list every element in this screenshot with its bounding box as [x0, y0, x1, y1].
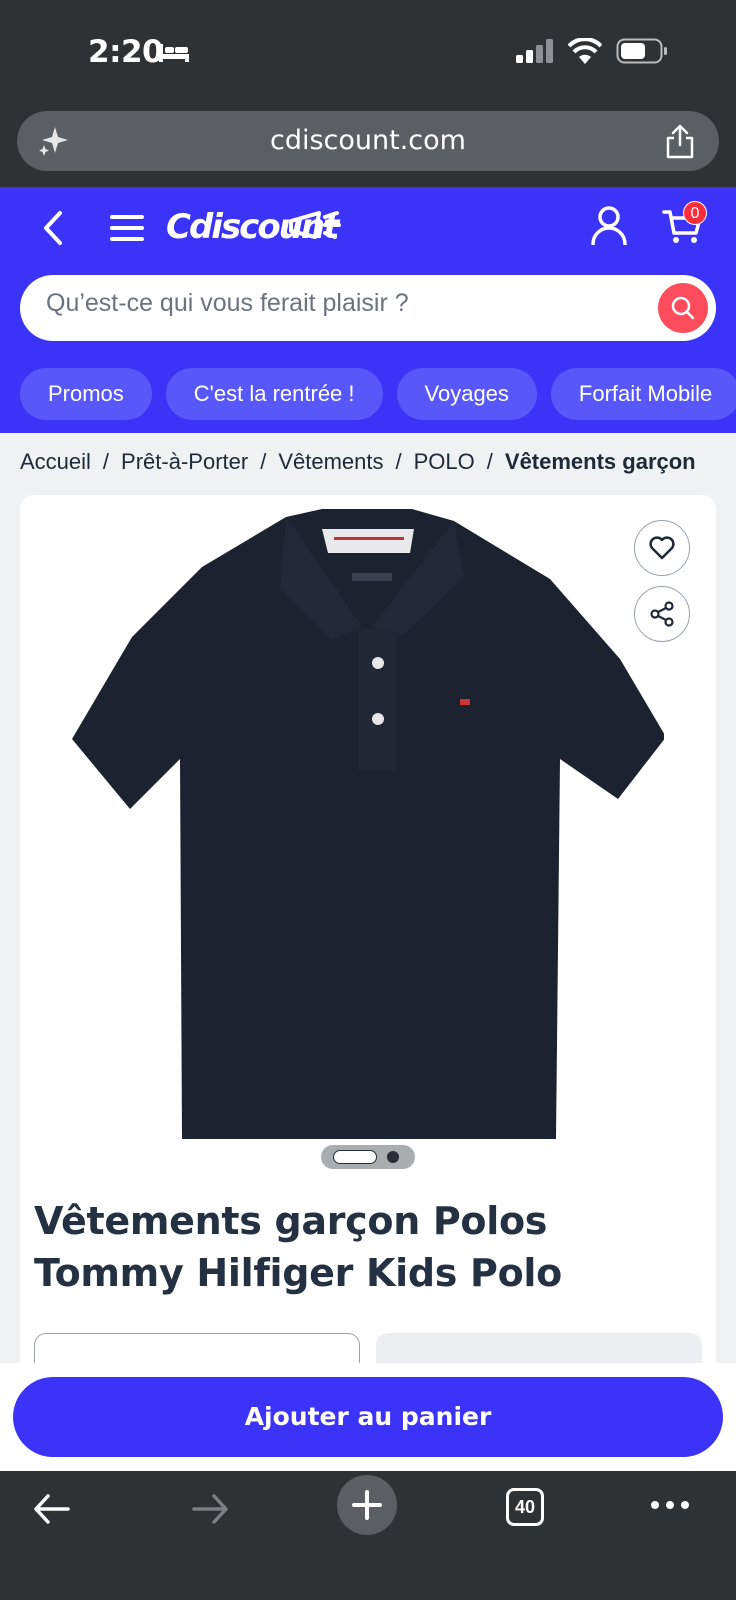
- search-icon: [671, 296, 695, 320]
- url-text[interactable]: cdiscount.com: [17, 125, 719, 156]
- breadcrumb: Accueil / Prêt-à-Porter / Vêtements / PO…: [20, 449, 736, 475]
- heart-icon: [649, 536, 675, 560]
- breadcrumb-separator: /: [260, 449, 267, 474]
- browser-toolbar: 40: [0, 1471, 736, 1600]
- breadcrumb-current: Vêtements garçon: [504, 449, 696, 474]
- megaphone-icon: [289, 211, 341, 239]
- page-content: Accueil / Prêt-à-Porter / Vêtements / PO…: [0, 433, 736, 1395]
- account-icon[interactable]: [590, 205, 628, 245]
- chip-voyages[interactable]: Voyages: [396, 368, 537, 420]
- signal-icon: [516, 39, 553, 63]
- chip-forfait-mobile[interactable]: Forfait Mobile: [550, 368, 736, 420]
- status-icons: [516, 38, 668, 64]
- back-chevron-icon[interactable]: [40, 209, 68, 247]
- plus-icon: [352, 1490, 382, 1520]
- share-button[interactable]: [634, 586, 690, 642]
- product-card: Vêtements garçon Polos Tommy Hilfiger Ki…: [20, 495, 716, 1395]
- back-arrow-icon[interactable]: [32, 1491, 72, 1527]
- chip-rentree[interactable]: C'est la rentrée !: [165, 368, 383, 420]
- share-nodes-icon: [650, 601, 674, 627]
- status-time: 2:20: [88, 34, 164, 70]
- bed-icon: [159, 44, 189, 62]
- breadcrumb-item[interactable]: Vêtements: [278, 449, 383, 475]
- wifi-icon: [568, 38, 602, 64]
- breadcrumb-item[interactable]: POLO: [414, 449, 475, 475]
- category-chips: Promos C'est la rentrée ! Voyages Forfai…: [20, 368, 736, 420]
- new-tab-button[interactable]: [337, 1475, 397, 1535]
- breadcrumb-separator: /: [102, 449, 110, 474]
- cart-count-badge: 0: [683, 201, 707, 225]
- add-to-cart-button[interactable]: Ajouter au panier: [13, 1377, 723, 1457]
- breadcrumb-item[interactable]: Accueil: [20, 449, 91, 475]
- breadcrumb-separator: /: [395, 449, 402, 474]
- search-bar[interactable]: [20, 275, 716, 341]
- breadcrumb-item[interactable]: Prêt-à-Porter: [121, 449, 248, 475]
- address-bar[interactable]: cdiscount.com: [17, 111, 719, 171]
- search-button[interactable]: [658, 283, 708, 333]
- share-icon[interactable]: [665, 123, 695, 159]
- site-header: Cdiscount 0 Promos C'est la rentrée ! Vo…: [0, 187, 736, 433]
- chip-promos[interactable]: Promos: [20, 368, 152, 420]
- forward-arrow-icon[interactable]: [190, 1491, 230, 1527]
- pagination-dot[interactable]: [387, 1151, 399, 1163]
- menu-icon[interactable]: [110, 214, 144, 242]
- search-input[interactable]: [46, 289, 626, 318]
- sticky-cart-bar: Ajouter au panier: [0, 1363, 736, 1471]
- product-title: Vêtements garçon Polos Tommy Hilfiger Ki…: [34, 1199, 562, 1295]
- more-icon[interactable]: [650, 1499, 690, 1511]
- status-bar: 2:20: [0, 0, 736, 105]
- pagination-dot-active[interactable]: [333, 1150, 377, 1164]
- battery-icon: [616, 38, 667, 64]
- favorite-button[interactable]: [634, 520, 690, 576]
- tabs-icon[interactable]: 40: [506, 1488, 544, 1526]
- breadcrumb-separator: /: [486, 449, 493, 474]
- product-image[interactable]: [72, 509, 664, 1165]
- image-pagination[interactable]: [321, 1145, 415, 1169]
